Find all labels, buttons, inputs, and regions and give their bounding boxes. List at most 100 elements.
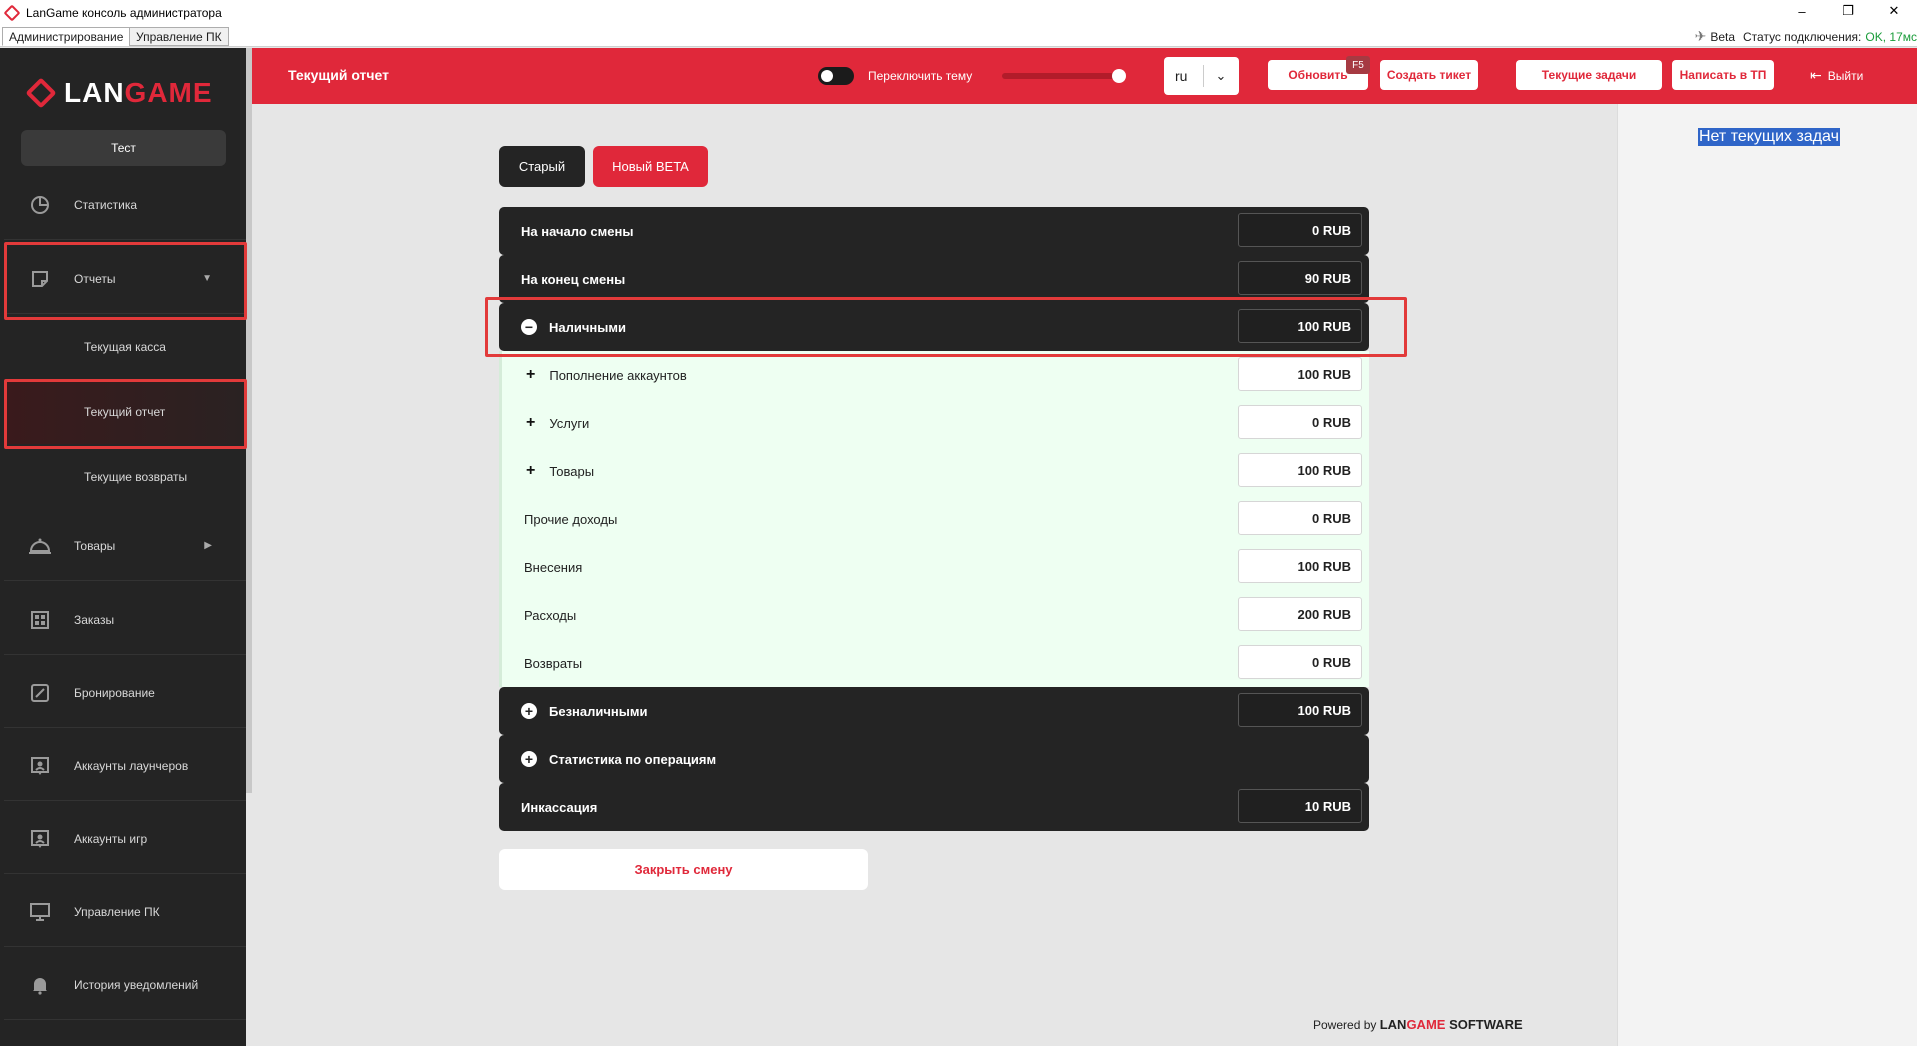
- theme-toggle-label: Переключить тему: [868, 69, 973, 83]
- page-title: Текущий отчет: [288, 67, 389, 83]
- status-label: Статус подключения:: [1743, 29, 1862, 44]
- no-tasks-text: Нет текущих задач: [1698, 128, 1840, 146]
- refresh-button[interactable]: Обновить F5: [1268, 56, 1370, 90]
- sidebar-item-launcher-accounts[interactable]: Аккаунты лаунчеров: [4, 731, 246, 801]
- row-services[interactable]: + Услуги 0 RUB: [499, 399, 1369, 447]
- sidebar-item-goods[interactable]: Товары ▶: [4, 511, 246, 581]
- tab-pc-management[interactable]: Управление ПК: [129, 27, 229, 46]
- row-operation-stats[interactable]: + Статистика по операциям: [499, 735, 1369, 783]
- row-label: Товары: [549, 463, 595, 479]
- expand-plus-icon[interactable]: +: [521, 751, 537, 767]
- expand-plus-icon[interactable]: +: [526, 414, 535, 432]
- sidebar-item-label: История уведомлений: [74, 977, 199, 992]
- row-value: 100 RUB: [1238, 309, 1362, 343]
- powered-brand-game: GAME: [1406, 1017, 1446, 1032]
- row-value: 0 RUB: [1238, 213, 1362, 247]
- sidebar-subitem-current-report[interactable]: Текущий отчет: [4, 380, 246, 444]
- bell-icon: [28, 973, 52, 997]
- toggle-knob: [821, 70, 833, 82]
- pencil-square-icon: [28, 681, 52, 705]
- sidebar-item-game-accounts[interactable]: Аккаунты игр: [4, 804, 246, 874]
- sidebar-item-pc-management[interactable]: Управление ПК: [4, 877, 246, 947]
- powered-suffix: SOFTWARE: [1449, 1017, 1523, 1032]
- beta-label: Beta: [1710, 29, 1735, 44]
- window-title: LanGame консоль администратора: [26, 6, 222, 20]
- sidebar-item-booking[interactable]: Бронирование: [4, 658, 246, 728]
- row-label: Пополнение аккаунтов: [549, 367, 687, 383]
- row-label: Инкассация: [521, 799, 598, 815]
- row-value: 0 RUB: [1238, 501, 1362, 535]
- sidebar-item-label: Заказы: [74, 612, 115, 627]
- cloche-icon: [28, 534, 52, 558]
- sidebar-item-label: Бронирование: [74, 685, 155, 700]
- grid-icon: [28, 608, 52, 632]
- sidebar-item-label: Управление ПК: [74, 904, 160, 919]
- row-goods[interactable]: + Товары 100 RUB: [499, 447, 1369, 495]
- language-select[interactable]: ru ⌄: [1164, 57, 1239, 95]
- tab-administration[interactable]: Администрирование: [2, 27, 131, 46]
- row-value: 0 RUB: [1238, 405, 1362, 439]
- powered-by: Powered by LANGAME SOFTWARE: [1313, 1017, 1523, 1032]
- sidebar-subitem-current-cash[interactable]: Текущая касса: [4, 315, 246, 379]
- expand-plus-icon[interactable]: +: [526, 366, 535, 384]
- powered-brand-lan: LAN: [1379, 1017, 1407, 1032]
- row-label: На конец смены: [521, 271, 626, 287]
- row-value: 100 RUB: [1238, 453, 1362, 487]
- row-value: 90 RUB: [1238, 261, 1362, 295]
- row-cashless[interactable]: + Безналичными 100 RUB: [499, 687, 1369, 735]
- top-header: Текущий отчет Переключить тему ru ⌄ Обно…: [252, 48, 1917, 104]
- refresh-label: Обновить: [1288, 68, 1348, 82]
- app-logo-icon: [3, 4, 21, 22]
- chevron-down-icon: ⌄: [1215, 68, 1227, 83]
- logout-button[interactable]: ⇤ Выйти: [1810, 67, 1863, 84]
- create-ticket-button[interactable]: Создать тикет: [1380, 60, 1478, 90]
- sidebar-scrollbar[interactable]: [246, 48, 252, 793]
- sidebar-item-label: Товары: [74, 538, 116, 553]
- sidebar-item-statistics[interactable]: Статистика: [4, 170, 246, 240]
- user-chip[interactable]: Тест: [21, 130, 226, 166]
- user-card-icon: [28, 827, 52, 851]
- sidebar-subitem-current-returns[interactable]: Текущие возвраты: [4, 445, 246, 509]
- langame-logo: LANGAME: [25, 77, 213, 109]
- row-account-topup[interactable]: + Пополнение аккаунтов 100 RUB: [499, 351, 1369, 399]
- old-version-button[interactable]: Старый: [499, 146, 585, 187]
- theme-toggle[interactable]: [818, 67, 854, 85]
- sidebar-item-notification-history[interactable]: История уведомлений: [4, 950, 246, 1020]
- row-value: 0 RUB: [1238, 645, 1362, 679]
- current-tasks-button[interactable]: Текущие задачи: [1516, 60, 1662, 90]
- langame-logo-icon: [25, 77, 57, 109]
- sidebar-item-label: Статистика: [74, 197, 138, 212]
- row-returns: Возвраты 0 RUB: [499, 639, 1369, 687]
- close-button[interactable]: ✕: [1871, 0, 1917, 22]
- logo-text-game: GAME: [124, 77, 213, 108]
- window-controls: – ❐ ✕: [1779, 0, 1917, 22]
- sidebar-item-orders[interactable]: Заказы: [4, 585, 246, 655]
- window-titlebar: LanGame консоль администратора – ❐ ✕: [0, 0, 1917, 26]
- sidebar-item-reports[interactable]: Отчеты ▼: [4, 244, 246, 314]
- collapse-minus-icon[interactable]: −: [521, 319, 537, 335]
- maximize-button[interactable]: ❐: [1825, 0, 1871, 22]
- row-deposits: Внесения 100 RUB: [499, 543, 1369, 591]
- user-card-icon: [28, 754, 52, 778]
- close-shift-button[interactable]: Закрыть смену: [499, 849, 868, 890]
- sidebar-item-label: Отчеты: [74, 271, 116, 286]
- write-support-button[interactable]: Написать в ТП: [1672, 60, 1774, 90]
- row-label: Услуги: [549, 415, 590, 431]
- row-value: 10 RUB: [1238, 789, 1362, 823]
- expand-plus-icon[interactable]: +: [521, 703, 537, 719]
- row-value: 100 RUB: [1238, 693, 1362, 727]
- expand-plus-icon[interactable]: +: [526, 462, 535, 480]
- row-label: Статистика по операциям: [549, 751, 717, 767]
- airplane-icon: ✈: [1694, 28, 1707, 44]
- slider-thumb[interactable]: [1112, 69, 1126, 83]
- tasks-panel: Нет текущих задач: [1617, 104, 1917, 1046]
- theme-slider[interactable]: [1002, 69, 1126, 83]
- new-beta-button[interactable]: Новый BETA: [593, 146, 708, 187]
- row-expenses: Расходы 200 RUB: [499, 591, 1369, 639]
- minimize-button[interactable]: –: [1779, 0, 1825, 22]
- row-other-income: Прочие доходы 0 RUB: [499, 495, 1369, 543]
- row-cash[interactable]: − Наличными 100 RUB: [499, 303, 1369, 351]
- refresh-hotkey-badge: F5: [1346, 56, 1370, 74]
- row-label: Внесения: [524, 559, 583, 575]
- row-value: 200 RUB: [1238, 597, 1362, 631]
